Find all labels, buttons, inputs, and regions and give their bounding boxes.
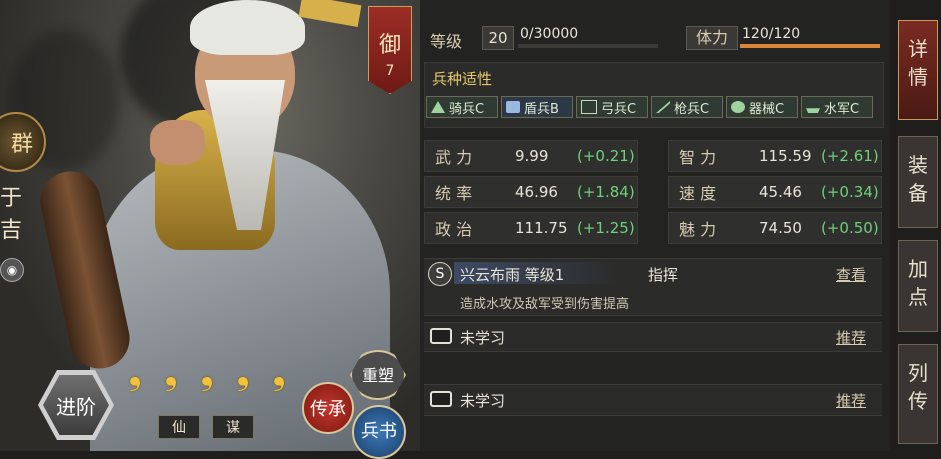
stat-bonus: (+0.50)	[821, 219, 879, 237]
troop-spear[interactable]: 枪兵C	[651, 96, 723, 118]
cavalry-icon	[431, 101, 445, 113]
troop-aptitude-title: 兵种适性	[432, 70, 493, 88]
grade-badge-char: 御	[378, 33, 401, 58]
stat-value: 9.99	[515, 147, 549, 165]
tab-details-char: 详	[908, 37, 928, 61]
troop-cavalry[interactable]: 骑兵C	[426, 96, 498, 118]
star-icon: ❟	[236, 353, 250, 393]
inherit-button[interactable]: 传承	[302, 382, 354, 434]
stat-value: 111.75	[515, 219, 568, 237]
recommend-link-2[interactable]: 推荐	[836, 390, 866, 411]
star-icon: ❟	[164, 353, 178, 393]
tab-add-points[interactable]: 加 点	[898, 240, 938, 332]
skill-grade-badge: S	[428, 262, 452, 286]
stat-label: 武 力	[435, 148, 473, 167]
tab-equipment[interactable]: 装 备	[898, 136, 938, 228]
general-name-char-2: 吉	[0, 218, 23, 243]
tab-biography-char: 传	[908, 389, 928, 413]
troop-bow[interactable]: 弓兵C	[576, 96, 648, 118]
portrait-hand	[150, 120, 205, 165]
tab-details[interactable]: 详 情	[898, 20, 938, 120]
stat-bonus: (+2.61)	[821, 147, 879, 165]
skill-type: 指挥	[648, 266, 679, 284]
star-icon: ❟	[128, 353, 142, 393]
stamina-bar-fill	[740, 44, 880, 48]
stat-bonus: (+1.84)	[577, 183, 635, 201]
troop-spear-label: 枪兵C	[674, 101, 710, 117]
bow-icon	[581, 100, 597, 114]
faction-seal-char: 群	[10, 132, 33, 157]
skill-slot-2-name: 未学习	[460, 392, 506, 410]
book-slot-icon	[430, 391, 452, 407]
stat-value: 115.59	[759, 147, 812, 165]
tab-equipment-char: 备	[908, 181, 928, 205]
stat-value: 45.46	[759, 183, 802, 201]
stat-label: 智 力	[679, 148, 717, 167]
troop-aptitude-list: 骑兵C 盾兵B 弓兵C 枪兵C 器械C 水军C	[426, 96, 873, 118]
recommend-link-1[interactable]: 推荐	[836, 327, 866, 348]
troop-navy-label: 水军C	[824, 101, 860, 117]
troop-cavalry-label: 骑兵C	[449, 101, 485, 117]
stat-label: 统 率	[435, 184, 473, 203]
exp-text: 0/30000	[520, 26, 579, 42]
general-tag-2: 谋	[212, 415, 254, 439]
troop-aptitude-section	[424, 62, 884, 128]
general-name-char-1: 于	[0, 186, 23, 211]
stamina-label-box: 体力	[686, 26, 738, 50]
grade-badge-number: 7	[385, 63, 395, 79]
tab-biography-char: 列	[908, 361, 928, 385]
grade-badge: 御 7	[368, 6, 412, 94]
troop-siege[interactable]: 器械C	[726, 96, 798, 118]
stat-bonus: (+0.34)	[821, 183, 879, 201]
stat-label: 速 度	[679, 184, 717, 203]
troop-siege-label: 器械C	[749, 101, 785, 117]
tab-equipment-char: 装	[908, 153, 928, 177]
view-skill-link[interactable]: 查看	[836, 264, 866, 285]
ship-icon	[806, 108, 820, 113]
stat-row: 速 度 45.46 (+0.34)	[668, 176, 882, 208]
stat-value: 46.96	[515, 183, 558, 201]
stat-label: 政 治	[435, 220, 473, 239]
siege-icon	[731, 101, 745, 113]
tab-add-points-char: 加	[908, 257, 928, 281]
troop-shield-label: 盾兵B	[524, 101, 559, 117]
troop-bow-label: 弓兵C	[601, 101, 637, 117]
spear-icon	[656, 101, 670, 113]
stat-row: 智 力 115.59 (+2.61)	[668, 140, 882, 172]
skill-slot-1-name: 未学习	[460, 329, 506, 347]
stat-row: 统 率 46.96 (+1.84)	[424, 176, 638, 208]
tab-biography[interactable]: 列 传	[898, 344, 938, 444]
stat-bonus: (+1.25)	[577, 219, 635, 237]
tab-add-points-char: 点	[908, 285, 928, 309]
stat-label: 魅 力	[679, 220, 717, 239]
star-icon: ❟	[200, 353, 214, 393]
general-tag-1: 仙	[158, 415, 200, 439]
stamina-bar	[740, 44, 880, 48]
star-rating: ❟ ❟ ❟ ❟ ❟	[122, 353, 292, 393]
skill-name[interactable]: 兴云布雨 等级1	[460, 264, 564, 285]
stat-row: 魅 力 74.50 (+0.50)	[668, 212, 882, 244]
star-icon: ❟	[272, 353, 286, 393]
troop-shield[interactable]: 盾兵B	[501, 96, 573, 118]
stamina-label: 体力	[695, 28, 728, 47]
voice-icon[interactable]: ◉	[0, 258, 24, 282]
portrait-hair	[190, 0, 305, 55]
book-slot-icon	[430, 328, 452, 344]
level-label: 等级	[430, 32, 463, 51]
stamina-text: 120/120	[742, 26, 801, 42]
shield-icon	[506, 101, 520, 113]
level-value: 20	[482, 26, 514, 50]
tab-details-char: 情	[908, 65, 928, 89]
troop-navy[interactable]: 水军C	[801, 96, 873, 118]
stat-bonus: (+0.21)	[577, 147, 635, 165]
advance-button-label: 进阶	[43, 375, 109, 435]
stat-row: 武 力 9.99 (+0.21)	[424, 140, 638, 172]
stat-value: 74.50	[759, 219, 802, 237]
exp-bar	[518, 44, 658, 48]
portrait-ribbon	[298, 0, 362, 28]
stat-row: 政 治 111.75 (+1.25)	[424, 212, 638, 244]
skill-description: 造成水攻及敌军受到伤害提高	[460, 297, 630, 312]
